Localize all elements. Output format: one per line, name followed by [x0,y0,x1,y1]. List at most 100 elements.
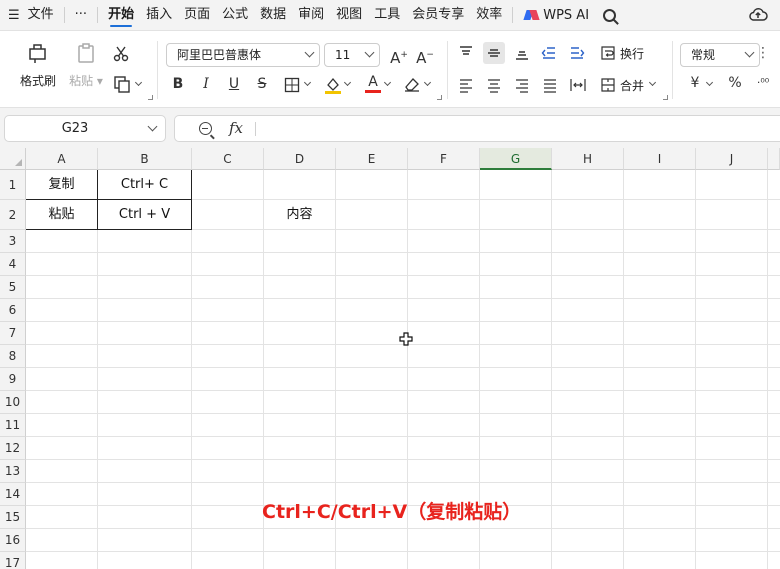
column-header-d[interactable]: D [264,148,336,170]
border-dropdown-icon[interactable] [303,78,312,87]
tab-data[interactable]: 数据 [254,0,292,30]
tab-review[interactable]: 审阅 [292,0,330,30]
currency-icon[interactable]: ¥ [684,72,706,94]
scissors-icon[interactable] [112,45,130,63]
zoom-out-icon[interactable] [199,122,212,135]
column-header-h[interactable]: H [552,148,624,170]
distributed-align-icon[interactable] [570,77,586,93]
cell-a2[interactable]: 粘贴 [26,200,97,229]
eraser-icon[interactable] [403,76,421,93]
align-bottom-icon[interactable] [514,45,530,61]
merge-label[interactable]: 合并 [620,77,644,94]
italic-button[interactable]: I [195,73,217,95]
row-header-14[interactable]: 14 [0,483,26,506]
column-header-a[interactable]: A [26,148,98,170]
align-top-icon[interactable] [458,45,474,61]
formula-input[interactable]: fx [174,115,780,142]
name-box[interactable]: G23 [4,115,166,142]
decrease-font-size-icon[interactable]: A− [414,44,436,67]
tab-tools[interactable]: 工具 [368,0,406,30]
row-header-6[interactable]: 6 [0,299,26,322]
column-header-e[interactable]: E [336,148,408,170]
increase-font-size-icon[interactable]: A+ [388,44,410,67]
spreadsheet-grid[interactable]: A B C D E F G H I J 1 2 3 4 5 6 7 8 9 10… [0,148,780,569]
underline-button[interactable]: U [223,73,245,95]
tab-page[interactable]: 页面 [178,0,216,30]
thousands-separator-icon[interactable]: ·⁰⁰ [752,72,774,94]
currency-dropdown-icon[interactable] [705,78,714,87]
cell-a1[interactable]: 复制 [26,170,97,199]
row-header-5[interactable]: 5 [0,276,26,299]
align-right-icon[interactable] [514,77,530,93]
vertical-scrollbar[interactable] [773,170,780,569]
align-center-icon[interactable] [486,77,502,93]
row-header-8[interactable]: 8 [0,345,26,368]
font-size-select[interactable]: 11 [324,43,380,67]
column-header-f[interactable]: F [408,148,480,170]
row-header-4[interactable]: 4 [0,253,26,276]
merge-cells-icon[interactable] [600,77,616,93]
wps-ai-button[interactable]: WPS AI [517,8,597,23]
number-format-select[interactable]: 常规 [680,43,760,67]
copy-dropdown-icon[interactable] [134,78,143,87]
row-header-11[interactable]: 11 [0,414,26,437]
row-header-15[interactable]: 15 [0,506,26,529]
format-painter-button[interactable]: 格式刷 [16,41,60,89]
row-header-9[interactable]: 9 [0,368,26,391]
row-header-3[interactable]: 3 [0,230,26,253]
cloud-upload-icon[interactable] [748,6,768,24]
font-group-expand-icon[interactable] [437,95,442,100]
font-color-dropdown-icon[interactable] [383,78,392,87]
function-icon[interactable]: fx [229,119,243,137]
bold-button[interactable]: B [167,73,189,95]
clear-dropdown-icon[interactable] [423,78,432,87]
column-header-i[interactable]: I [624,148,696,170]
select-all-corner[interactable] [0,148,26,170]
hamburger-menu-icon[interactable]: ☰ [8,8,20,23]
search-icon[interactable] [603,8,617,22]
fill-color-dropdown-icon[interactable] [343,78,352,87]
column-header-j[interactable]: J [696,148,768,170]
row-header-1[interactable]: 1 [0,170,26,200]
column-header-c[interactable]: C [192,148,264,170]
tab-view[interactable]: 视图 [330,0,368,30]
percent-icon[interactable]: % [724,72,746,94]
fill-color-icon[interactable] [324,75,342,95]
more-number-options-icon[interactable]: ⋮ [752,42,774,64]
font-name-select[interactable]: 阿里巴巴普惠体 [166,43,320,67]
decrease-indent-icon[interactable] [541,45,557,61]
cell-b2[interactable]: Ctrl + V [98,200,191,229]
cell-d2[interactable]: 内容 [264,200,335,229]
tab-member[interactable]: 会员专享 [406,0,470,30]
border-icon[interactable] [284,77,300,93]
row-header-16[interactable]: 16 [0,529,26,552]
justify-icon[interactable] [542,77,558,93]
increase-indent-icon[interactable] [569,45,585,61]
menu-more-button[interactable]: ··· [69,0,93,30]
align-middle-button[interactable] [483,42,505,64]
row-header-7[interactable]: 7 [0,322,26,345]
align-left-icon[interactable] [458,77,474,93]
row-header-13[interactable]: 13 [0,460,26,483]
copy-icon[interactable] [113,75,131,93]
tab-efficiency[interactable]: 效率 [470,0,508,30]
column-header-b[interactable]: B [98,148,192,170]
tab-formula[interactable]: 公式 [216,0,254,30]
alignment-group-expand-icon[interactable] [663,95,668,100]
tab-insert[interactable]: 插入 [140,0,178,30]
strikethrough-button[interactable]: S [251,73,273,95]
paste-button[interactable]: 粘贴 ▾ [64,41,108,89]
wrap-text-icon[interactable] [600,45,616,61]
wrap-text-label[interactable]: 换行 [620,45,644,62]
menu-file[interactable]: 文件 [22,0,60,30]
cell-b1[interactable]: Ctrl+ C [98,170,191,199]
tab-home[interactable]: 开始 [102,0,140,30]
row-header-17[interactable]: 17 [0,552,26,569]
row-header-12[interactable]: 12 [0,437,26,460]
column-header-k[interactable] [768,148,780,170]
merge-dropdown-icon[interactable] [648,78,657,87]
clipboard-group-expand-icon[interactable] [148,95,153,100]
row-header-10[interactable]: 10 [0,391,26,414]
row-header-2[interactable]: 2 [0,200,26,230]
column-header-g[interactable]: G [480,148,552,170]
